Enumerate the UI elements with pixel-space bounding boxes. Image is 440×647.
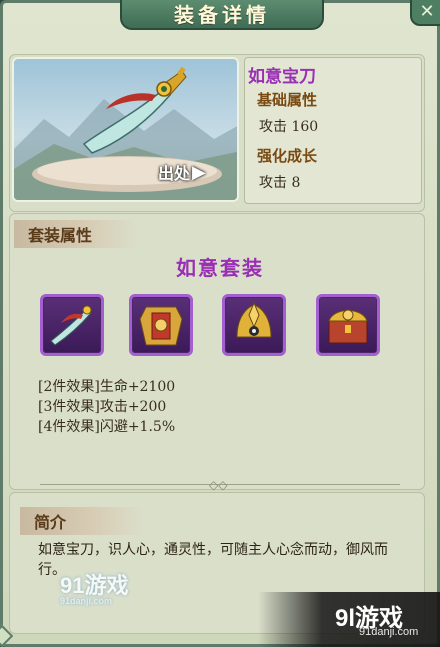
play-arrow-icon: ▶ [192,161,206,183]
set-bonus-4: [4件效果]闪避+1.5% [38,419,176,435]
growth-label: 强化成长 [257,147,318,165]
close-button[interactable]: ✕ [410,0,440,26]
set-name: 如意套装 [176,256,264,280]
sword-icon [50,305,92,346]
title-plate: 装备详情 [120,0,324,30]
origin-label: 出处 [158,164,191,183]
close-icon: ✕ [419,0,435,22]
growth-value: 攻击 8 [259,175,301,191]
helmet-icon [236,301,272,338]
set-piece-4[interactable] [316,294,380,356]
set-bonus-3: [3件效果]攻击+200 [38,399,167,415]
set-piece-2[interactable] [129,294,193,356]
watermark-left-logo: 91游戏 [60,573,129,598]
watermark-left: 91游戏 91danji.com [60,568,128,606]
set-attributes-label: 套装属性 [28,226,93,245]
set-attributes-tab: 套装属性 [14,220,138,248]
watermark-right: 9l游戏 91danji.com [258,592,440,647]
armor-icon [139,306,183,346]
item-name: 如意宝刀 [248,67,316,87]
treasure-chest-icon [328,309,368,344]
set-piece-1[interactable] [40,294,104,356]
origin-button[interactable]: 出处 ▶ [158,160,206,184]
watermark-right-url: 91danji.com [359,626,419,638]
intro-label: 简介 [34,513,67,532]
base-attr-value: 攻击 160 [259,119,319,135]
set-piece-3[interactable] [222,294,286,356]
set-bonus-2: [2件效果]生命+2100 [38,379,176,395]
window-title: 装备详情 [174,2,270,27]
base-attr-label: 基础属性 [257,91,318,109]
intro-tab: 简介 [20,507,144,535]
divider-ornament-icon: ◇◇ [209,478,228,492]
